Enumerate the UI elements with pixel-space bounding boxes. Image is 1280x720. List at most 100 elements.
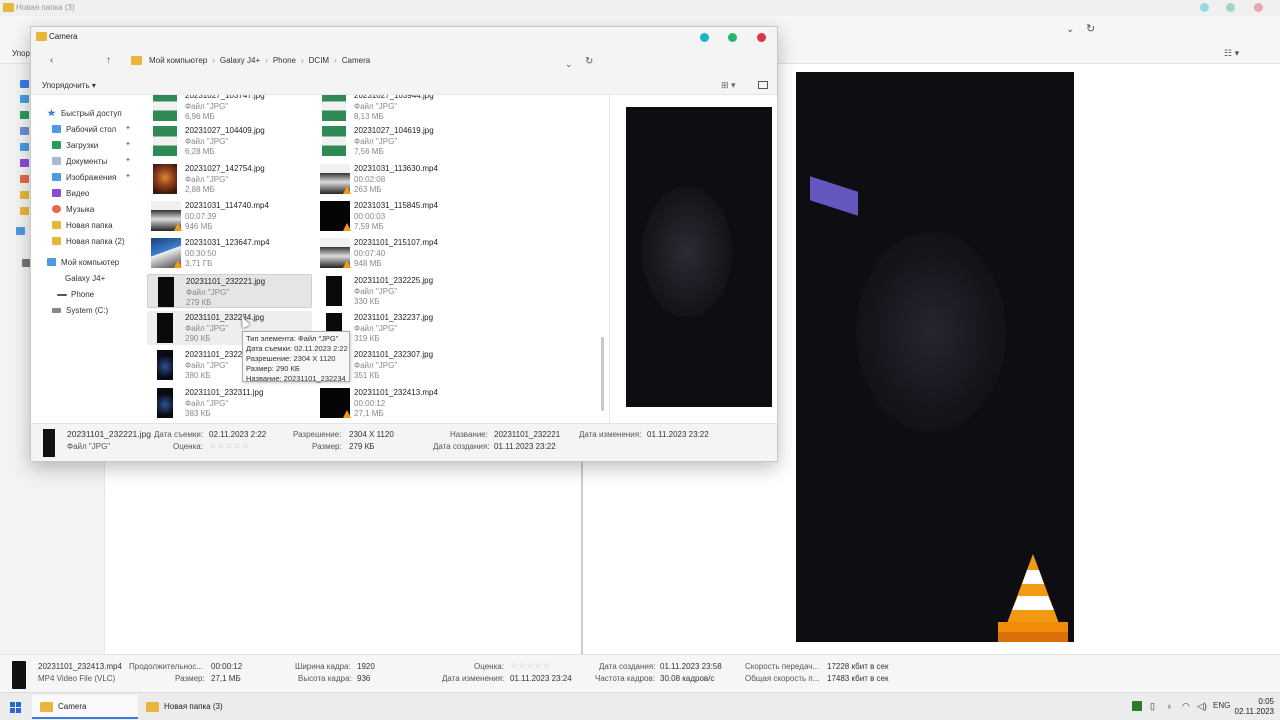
- nav-label: Galaxy J4+: [65, 274, 106, 283]
- file-item[interactable]: 20231031_115845.mp4 00:00:03 7,59 МБ: [316, 199, 481, 233]
- file-item[interactable]: 20231027_103747.jpg Файл "JPG" 6,96 МБ: [147, 95, 312, 123]
- preview-pane-toggle-icon[interactable]: [758, 81, 768, 89]
- usb-icon[interactable]: ▯: [1150, 701, 1155, 712]
- file-item[interactable]: 20231027_103944.jpg Файл "JPG" 8,13 МБ: [316, 95, 481, 123]
- file-item[interactable]: 20231031_114740.mp4 00:07:39 946 МБ: [147, 199, 312, 233]
- file-item[interactable]: 20231101_232311.jpg Файл "JPG" 383 КБ: [147, 386, 312, 420]
- view-options-icon[interactable]: ⊞ ▾: [721, 80, 736, 91]
- file-item[interactable]: 20231027_142754.jpg Файл "JPG" 2,88 МБ: [147, 162, 312, 196]
- volume-icon[interactable]: ◁): [1197, 701, 1207, 712]
- background-window-title: Новая папка (3): [16, 3, 75, 12]
- video-thumbnail: [12, 661, 26, 689]
- pin-icon[interactable]: ✦: [125, 172, 131, 180]
- taskbar-item-new-folder-3[interactable]: Новая папка (3): [138, 695, 256, 719]
- face-silhouette: [856, 232, 1006, 432]
- chevron-right-icon[interactable]: ›: [265, 56, 268, 65]
- nav-label: Рабочий стол: [66, 125, 117, 134]
- wifi-icon[interactable]: ◠: [1182, 701, 1190, 712]
- file-size: 351 КБ: [354, 371, 380, 380]
- chevron-right-icon[interactable]: ›: [212, 56, 215, 65]
- resolution-value: 2304 X 1120: [349, 430, 394, 439]
- download-icon: [20, 111, 29, 119]
- desktop-icon: [52, 125, 61, 133]
- file-size: 319 КБ: [354, 334, 380, 343]
- refresh-icon[interactable]: ↻: [1086, 22, 1095, 35]
- file-type: 00:07:39: [185, 212, 217, 221]
- breadcrumb-my-computer[interactable]: Мой компьютер: [149, 56, 207, 65]
- up-arrow-icon[interactable]: ↑: [106, 55, 111, 66]
- bitrate-label: Скорость передач...: [745, 662, 820, 671]
- file-size: 6,28 МБ: [185, 147, 215, 156]
- minimize-dot-icon[interactable]: [700, 33, 709, 42]
- maximize-dot-icon[interactable]: [1226, 3, 1235, 12]
- breadcrumb-dcim[interactable]: DCIM: [309, 56, 329, 65]
- file-item[interactable]: 20231101_215107.mp4 00:07:40 948 МБ: [316, 236, 481, 270]
- details-file-name: 20231101_232221.jpg: [67, 429, 151, 439]
- windows-start-icon[interactable]: [10, 702, 21, 713]
- file-item[interactable]: 20231031_123647.mp4 00:30:50 3,71 ГБ: [147, 236, 312, 270]
- language-indicator[interactable]: ENG: [1213, 701, 1230, 710]
- taskbar-item-label: Новая папка (3): [164, 702, 223, 711]
- nav-label: Изображения: [66, 173, 117, 182]
- chevron-right-icon[interactable]: ›: [301, 56, 304, 65]
- nav-item-documents[interactable]: Документы ✦: [52, 155, 142, 169]
- maximize-dot-icon[interactable]: [728, 33, 737, 42]
- pin-icon[interactable]: ✦: [125, 156, 131, 164]
- nvidia-tray-icon[interactable]: [1132, 701, 1142, 711]
- file-name: 20231031_114740.mp4: [185, 201, 269, 210]
- total-bitrate-label: Общая скорость п...: [745, 674, 820, 683]
- date-taken-value: 02.11.2023 2:22: [209, 430, 267, 439]
- nav-item-downloads[interactable]: Загрузки ✦: [52, 139, 142, 153]
- storage-icon: [57, 294, 67, 296]
- chevron-right-icon[interactable]: ›: [334, 56, 337, 65]
- size-value: 27,1 МБ: [211, 674, 241, 683]
- file-size: 380 КБ: [185, 371, 211, 380]
- rating-stars[interactable]: ☆☆☆☆☆: [209, 441, 250, 450]
- pin-icon[interactable]: ✦: [125, 124, 131, 132]
- file-item[interactable]: 20231101_232225.jpg Файл "JPG" 330 КБ: [316, 274, 481, 308]
- rating-stars[interactable]: ☆☆☆☆☆: [510, 661, 551, 670]
- breadcrumb-galaxy[interactable]: Galaxy J4+: [220, 56, 260, 65]
- close-dot-icon[interactable]: [757, 33, 766, 42]
- back-arrow-icon[interactable]: ‹: [50, 55, 53, 66]
- file-item[interactable]: 20231101_232221.jpg Файл "JPG" 279 КБ: [147, 274, 312, 308]
- tooltip-name: Название: 20231101_232234: [246, 374, 346, 383]
- file-name: 20231031_115845.mp4: [354, 201, 438, 210]
- folder-icon: [40, 702, 53, 712]
- nav-item-desktop[interactable]: Рабочий стол ✦: [52, 123, 142, 137]
- file-item[interactable]: 20231101_232413.mp4 00:00:12 27,1 МБ: [316, 386, 481, 420]
- organize-button[interactable]: Упор: [12, 49, 30, 58]
- breadcrumb-phone[interactable]: Phone: [273, 56, 296, 65]
- file-type: 00:00:03: [354, 212, 386, 221]
- scrollbar-thumb[interactable]: [601, 337, 604, 411]
- breadcrumb-camera[interactable]: Camera: [342, 56, 370, 65]
- file-type: Файл "JPG": [354, 287, 398, 296]
- nav-item-pictures[interactable]: Изображения ✦: [52, 171, 142, 185]
- organize-button[interactable]: Упорядочить ▾: [42, 81, 96, 90]
- refresh-icon[interactable]: ↻: [585, 56, 593, 67]
- size-label: Размер:: [312, 442, 342, 451]
- video-icon: [52, 189, 61, 197]
- address-row: ‹ ↑ Мой компьютер › Galaxy J4+ › Phone › DCIM ›…: [31, 47, 777, 75]
- close-dot-icon[interactable]: [1254, 3, 1263, 12]
- view-options-icon[interactable]: ☷ ▾: [1224, 48, 1239, 59]
- file-item[interactable]: 20231031_113630.mp4 00:02:08 263 МБ: [316, 162, 481, 196]
- pin-icon[interactable]: ✦: [125, 140, 131, 148]
- file-item[interactable]: 20231027_104409.jpg Файл "JPG" 6,28 МБ: [147, 124, 312, 158]
- file-tooltip: Тип элемента: Файл "JPG" Дата съемки: 02…: [242, 331, 350, 383]
- taskbar-item-camera[interactable]: Camera: [32, 695, 138, 719]
- file-item[interactable]: 20231027_104619.jpg Файл "JPG" 7,56 МБ: [316, 124, 481, 158]
- height-label: Высота кадра:: [298, 674, 352, 683]
- address-bar[interactable]: Мой компьютер › Galaxy J4+ › Phone › DCIM › Came…: [127, 52, 581, 70]
- file-name: 20231031_123647.mp4: [185, 238, 270, 247]
- date-taken-label: Дата съемки:: [154, 430, 204, 439]
- chevron-down-icon[interactable]: ⌄: [1066, 24, 1074, 35]
- address-dropdown-icon[interactable]: ⌄: [565, 59, 573, 70]
- microphone-icon[interactable]: ♁: [1166, 701, 1173, 711]
- clock[interactable]: 0:05 02.11.2023: [1234, 697, 1274, 717]
- file-name: 20231027_142754.jpg: [185, 164, 265, 173]
- file-type: Файл "JPG": [185, 102, 229, 111]
- background-window-titlebar: Новая папка (3): [0, 0, 1280, 16]
- minimize-dot-icon[interactable]: [1200, 3, 1209, 12]
- window-titlebar[interactable]: Camera: [31, 27, 777, 47]
